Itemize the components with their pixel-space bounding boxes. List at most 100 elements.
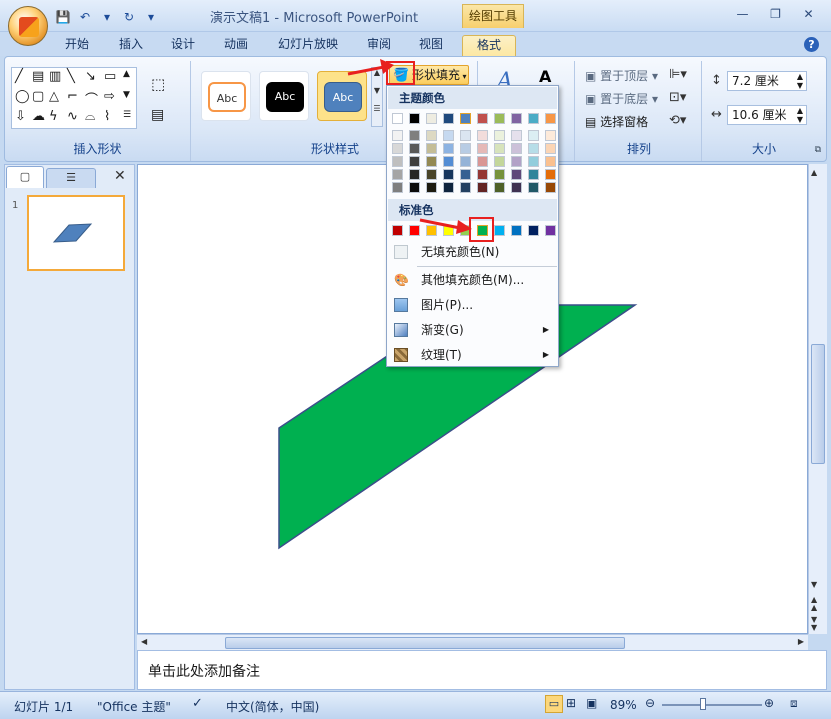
right-arrow-shape-icon[interactable]: ⇨ [104,89,115,104]
theme-shade-swatch[interactable] [528,156,539,167]
help-icon[interactable]: ? [804,37,819,52]
curved-connector-icon[interactable]: ⌒ [85,89,98,108]
vertical-scroll-thumb[interactable] [811,344,825,464]
theme-shade-swatch[interactable] [494,169,505,180]
theme-shade-swatch[interactable] [477,182,488,193]
rounded-rect-icon[interactable]: ▢ [32,89,44,104]
theme-shade-swatch[interactable] [477,156,488,167]
theme-shade-swatch[interactable] [392,156,403,167]
text-fill-icon[interactable]: A [539,67,551,86]
theme-shade-swatch[interactable] [511,156,522,167]
theme-color-swatch[interactable] [545,113,556,124]
bring-to-front-button[interactable]: ▣ 置于顶层 ▾ [585,67,658,84]
theme-shade-swatch[interactable] [426,169,437,180]
theme-shade-swatch[interactable] [477,169,488,180]
triangle-shape-icon[interactable]: △ [49,89,59,104]
theme-shade-swatch[interactable] [443,143,454,154]
size-dialog-launcher-icon[interactable]: ⧉ [815,145,821,155]
zoom-level[interactable]: 89% [610,698,637,712]
theme-shade-swatch[interactable] [545,182,556,193]
theme-shade-swatch[interactable] [409,143,420,154]
theme-shade-swatch[interactable] [443,156,454,167]
gallery-down-icon[interactable]: ▼ [123,90,130,100]
tab-slide-show[interactable]: 幻灯片放映 [270,35,346,56]
tab-review[interactable]: 审阅 [358,35,400,56]
picture-fill-item[interactable]: 图片(P)... [388,293,557,317]
standard-color-swatch[interactable] [494,225,505,236]
theme-shade-swatch[interactable] [392,169,403,180]
textbox-icon[interactable]: ▤ [151,107,164,123]
more-fill-colors-item[interactable]: 🎨 其他填充颜色(M)... [388,268,557,292]
standard-color-swatch[interactable] [528,225,539,236]
theme-color-swatch[interactable] [494,113,505,124]
theme-color-swatch[interactable] [511,113,522,124]
minimize-button[interactable]: — [726,4,759,24]
theme-shade-swatch[interactable] [409,182,420,193]
slide-sorter-icon[interactable]: ⊞ [566,696,576,710]
lightning-shape-icon[interactable]: ϟ [49,109,58,124]
rotate-icon[interactable]: ⟲▾ [669,113,686,128]
theme-shade-swatch[interactable] [426,156,437,167]
theme-shade-swatch[interactable] [494,130,505,141]
theme-shade-swatch[interactable] [443,130,454,141]
shapes-gallery[interactable]: ╱ ▤ ▥ ╲ ↘ ▭ ◯ ▢ △ ⌐ ⌒ ⇨ ⇩ ☁ ϟ ∿ ⌓ ⌇ ▲ ▼ … [11,67,137,129]
standard-color-swatch[interactable] [545,225,556,236]
theme-color-swatch[interactable] [443,113,454,124]
gallery-more-icon[interactable]: ☰ [123,110,131,120]
theme-shade-swatch[interactable] [511,182,522,193]
theme-shade-swatch[interactable] [528,182,539,193]
theme-shade-swatch[interactable] [409,169,420,180]
theme-shade-swatch[interactable] [494,182,505,193]
tab-insert[interactable]: 插入 [110,35,152,56]
gallery-up-icon[interactable]: ▲ [123,69,130,79]
theme-color-swatch[interactable] [460,113,471,124]
theme-shade-swatch[interactable] [392,143,403,154]
theme-color-swatch[interactable] [392,113,403,124]
outline-tab-icon[interactable]: ☰ [46,168,96,188]
theme-shade-swatch[interactable] [460,169,471,180]
gradient-fill-item[interactable]: 渐变(G) ▶ [388,318,557,342]
tab-home[interactable]: 开始 [56,35,98,56]
zoom-slider[interactable] [662,704,762,706]
theme-shade-swatch[interactable] [494,143,505,154]
texture-fill-item[interactable]: 纹理(T) ▶ [388,343,557,367]
theme-shade-swatch[interactable] [409,156,420,167]
arc-shape-icon[interactable]: ⌓ [85,109,95,124]
elbow-connector-icon[interactable]: ⌐ [67,89,78,104]
tab-format[interactable]: 格式 [462,35,516,56]
notes-pane[interactable]: 单击此处添加备注 [137,650,827,690]
style-sample-black[interactable]: Abc [259,71,309,121]
slide-thumbnail[interactable] [27,195,125,271]
close-panel-icon[interactable]: ✕ [114,168,126,184]
oval-shape-icon[interactable]: ◯ [15,89,30,104]
theme-shade-swatch[interactable] [545,169,556,180]
edit-shape-icon[interactable]: ⬚ [151,75,165,93]
theme-shade-swatch[interactable] [460,182,471,193]
standard-color-swatch[interactable] [392,225,403,236]
theme-shade-swatch[interactable] [511,143,522,154]
spell-check-icon[interactable]: ✓ [192,696,203,711]
tab-design[interactable]: 设计 [162,35,204,56]
horizontal-scrollbar[interactable]: ◀ ▶ [137,634,808,650]
prev-slide-icon[interactable]: ▲ ▲ [811,596,817,612]
undo-icon[interactable]: ↶ [76,8,94,26]
next-slide-icon[interactable]: ▼ ▼ [811,616,817,632]
down-arrow-shape-icon[interactable]: ⇩ [15,109,26,124]
scroll-up-icon[interactable]: ▲ [811,168,817,177]
zoom-out-icon[interactable]: ⊖ [645,696,655,710]
normal-view-icon[interactable]: ▭ [545,695,563,713]
dropdown-arrow-icon[interactable]: ▾ [98,8,116,26]
theme-shade-swatch[interactable] [392,130,403,141]
theme-shade-swatch[interactable] [511,130,522,141]
theme-shade-swatch[interactable] [392,182,403,193]
tab-animations[interactable]: 动画 [215,35,257,56]
zoom-in-icon[interactable]: ⊕ [764,696,774,710]
theme-shade-swatch[interactable] [528,143,539,154]
language-indicator[interactable]: 中文(简体，中国) [226,698,319,715]
theme-color-swatch[interactable] [426,113,437,124]
selection-pane-button[interactable]: ▤ 选择窗格 [585,113,648,130]
theme-shade-swatch[interactable] [443,182,454,193]
height-input[interactable]: 7.2 厘米 ▲ ▼ [727,71,807,91]
redo-icon[interactable]: ↻ [120,8,138,26]
no-fill-item[interactable]: 无填充颜色(N) [388,240,557,264]
